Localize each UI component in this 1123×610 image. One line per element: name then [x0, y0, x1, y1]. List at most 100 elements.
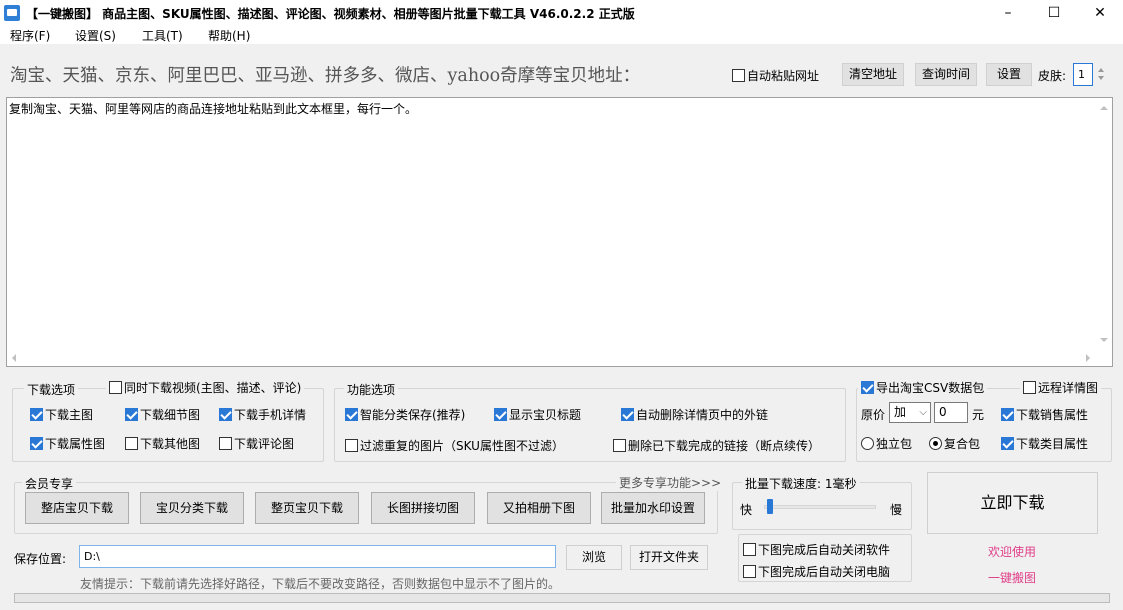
menu-tools[interactable]: 工具(T)	[142, 27, 183, 44]
close-button[interactable]: ✕	[1077, 0, 1123, 26]
shutdown-option[interactable]: 下图完成后自动关闭电脑	[743, 563, 890, 580]
menu-help[interactable]: 帮助(H)	[208, 27, 250, 44]
remote-detail-option[interactable]: 远程详情图	[1020, 379, 1102, 396]
shutdown-checkbox[interactable]	[743, 565, 756, 578]
mobile-detail-checkbox[interactable]	[219, 408, 232, 421]
speed-fast-label: 快	[740, 503, 753, 517]
scroll-left-icon[interactable]	[12, 354, 16, 362]
smart-sort-checkbox[interactable]	[345, 408, 358, 421]
category-attr-checkbox[interactable]	[1001, 437, 1014, 450]
attr-img-checkbox[interactable]	[30, 437, 43, 450]
scroll-up-icon[interactable]	[1100, 106, 1108, 110]
standalone-label: 独立包	[876, 437, 913, 451]
scroll-right-icon[interactable]	[1086, 354, 1090, 362]
minimize-button[interactable]: –	[985, 0, 1031, 26]
main-img-label: 下载主图	[45, 408, 94, 422]
delete-done-checkbox[interactable]	[613, 439, 626, 452]
skin-spinner[interactable]	[1098, 68, 1104, 82]
show-title-option[interactable]: 显示宝贝标题	[494, 406, 581, 423]
auto-paste-option[interactable]: 自动粘贴网址	[732, 67, 819, 84]
detail-img-option[interactable]: 下载细节图	[125, 406, 200, 423]
speed-slider-track[interactable]	[764, 505, 876, 509]
sales-attr-checkbox[interactable]	[1001, 408, 1014, 421]
speed-slow-label: 慢	[890, 503, 903, 517]
comment-img-checkbox[interactable]	[219, 437, 232, 450]
title-bar: 【一键搬图】 商品主图、SKU属性图、描述图、评论图、视频素材、相册等图片批量下…	[0, 0, 1123, 26]
close-app-checkbox[interactable]	[743, 543, 756, 556]
filter-dup-option[interactable]: 过滤重复的图片（SKU属性图不过滤）	[345, 437, 564, 454]
speed-slider-thumb[interactable]	[766, 499, 773, 514]
standalone-radio[interactable]	[861, 437, 874, 450]
settings-button[interactable]: 设置	[986, 63, 1032, 86]
album-download-button[interactable]: 又拍相册下图	[487, 492, 591, 524]
download-now-button[interactable]: 立即下载	[927, 472, 1098, 534]
export-csv-label: 导出淘宝CSV数据包	[876, 381, 985, 395]
show-title-checkbox[interactable]	[494, 408, 507, 421]
show-title-label: 显示宝贝标题	[509, 408, 582, 422]
other-img-option[interactable]: 下载其他图	[125, 435, 200, 452]
clear-address-button[interactable]: 清空地址	[842, 63, 904, 86]
page-download-button[interactable]: 整页宝贝下载	[255, 492, 359, 524]
more-features-link[interactable]: 更多专享功能>>>	[616, 474, 725, 491]
comment-img-label: 下载评论图	[234, 437, 295, 451]
export-csv-checkbox[interactable]	[861, 381, 874, 394]
sales-attr-option[interactable]: 下载销售属性	[1001, 406, 1088, 423]
shop-download-button[interactable]: 整店宝贝下载	[25, 492, 129, 524]
address-label: 淘宝、天猫、京东、阿里巴巴、亚马逊、拼多多、微店、yahoo奇摩等宝贝地址：	[10, 66, 641, 86]
scroll-down-icon[interactable]	[1100, 338, 1108, 342]
remote-detail-checkbox[interactable]	[1023, 381, 1036, 394]
mobile-detail-option[interactable]: 下载手机详情	[219, 406, 306, 423]
save-path-input[interactable]: D:\	[79, 545, 556, 568]
close-app-option[interactable]: 下图完成后自动关闭软件	[743, 541, 890, 558]
spinner-up-icon[interactable]	[1098, 68, 1104, 72]
remote-detail-label: 远程详情图	[1038, 381, 1099, 395]
other-img-label: 下载其他图	[140, 437, 201, 451]
progress-bar	[14, 593, 1110, 603]
app-icon	[4, 5, 20, 21]
welcome-line2: 一键搬图	[988, 571, 1037, 585]
filter-dup-label: 过滤重复的图片（SKU属性图不过滤）	[360, 439, 564, 453]
price-op-select[interactable]: 加 ⌵	[889, 402, 931, 423]
attr-img-option[interactable]: 下载属性图	[30, 435, 105, 452]
auto-delete-links-option[interactable]: 自动删除详情页中的外链	[621, 406, 768, 423]
smart-sort-option[interactable]: 智能分类保存(推荐)	[345, 406, 465, 423]
url-textarea[interactable]: 复制淘宝、天猫、阿里等网店的商品连接地址粘贴到此文本框里，每行一个。	[6, 97, 1113, 367]
open-folder-button[interactable]: 打开文件夹	[630, 545, 708, 570]
category-download-button[interactable]: 宝贝分类下载	[140, 492, 244, 524]
main-img-checkbox[interactable]	[30, 408, 43, 421]
maximize-button[interactable]: ☐	[1031, 0, 1077, 26]
delete-done-option[interactable]: 删除已下载完成的链接（断点续传）	[613, 437, 820, 454]
menu-bar: 程序(F) 设置(S) 工具(T) 帮助(H)	[0, 26, 1123, 44]
price-op-value: 加	[894, 405, 907, 419]
main-img-option[interactable]: 下载主图	[30, 406, 93, 423]
standalone-option[interactable]: 独立包	[861, 435, 912, 452]
filter-dup-checkbox[interactable]	[345, 439, 358, 452]
comment-img-option[interactable]: 下载评论图	[219, 435, 294, 452]
query-time-button[interactable]: 查询时间	[915, 63, 977, 86]
combined-radio[interactable]	[929, 437, 942, 450]
chevron-down-icon[interactable]: ⌵	[919, 403, 927, 422]
menu-program[interactable]: 程序(F)	[10, 27, 50, 44]
video-option[interactable]: 同时下载视频(主图、描述、评论)	[106, 379, 305, 396]
price-unit-label: 元	[972, 408, 985, 422]
delete-done-label: 删除已下载完成的链接（断点续传）	[628, 439, 821, 453]
auto-delete-links-checkbox[interactable]	[621, 408, 634, 421]
function-options-legend: 功能选项	[344, 381, 399, 398]
price-value-input[interactable]: 0	[934, 402, 968, 423]
auto-paste-checkbox[interactable]	[732, 69, 745, 82]
export-csv-option[interactable]: 导出淘宝CSV数据包	[858, 379, 988, 396]
member-legend: 会员专享	[22, 475, 77, 492]
watermark-settings-button[interactable]: 批量加水印设置	[601, 492, 705, 524]
detail-img-checkbox[interactable]	[125, 408, 138, 421]
spinner-down-icon[interactable]	[1098, 76, 1104, 80]
browse-button[interactable]: 浏览	[566, 545, 622, 570]
skin-input[interactable]: 1	[1073, 63, 1093, 86]
combined-option[interactable]: 复合包	[929, 435, 980, 452]
menu-settings[interactable]: 设置(S)	[75, 27, 116, 44]
long-image-button[interactable]: 长图拼接切图	[371, 492, 475, 524]
video-checkbox[interactable]	[109, 381, 122, 394]
detail-img-label: 下载细节图	[140, 408, 201, 422]
category-attr-option[interactable]: 下载类目属性	[1001, 435, 1088, 452]
mobile-detail-label: 下载手机详情	[234, 408, 307, 422]
other-img-checkbox[interactable]	[125, 437, 138, 450]
